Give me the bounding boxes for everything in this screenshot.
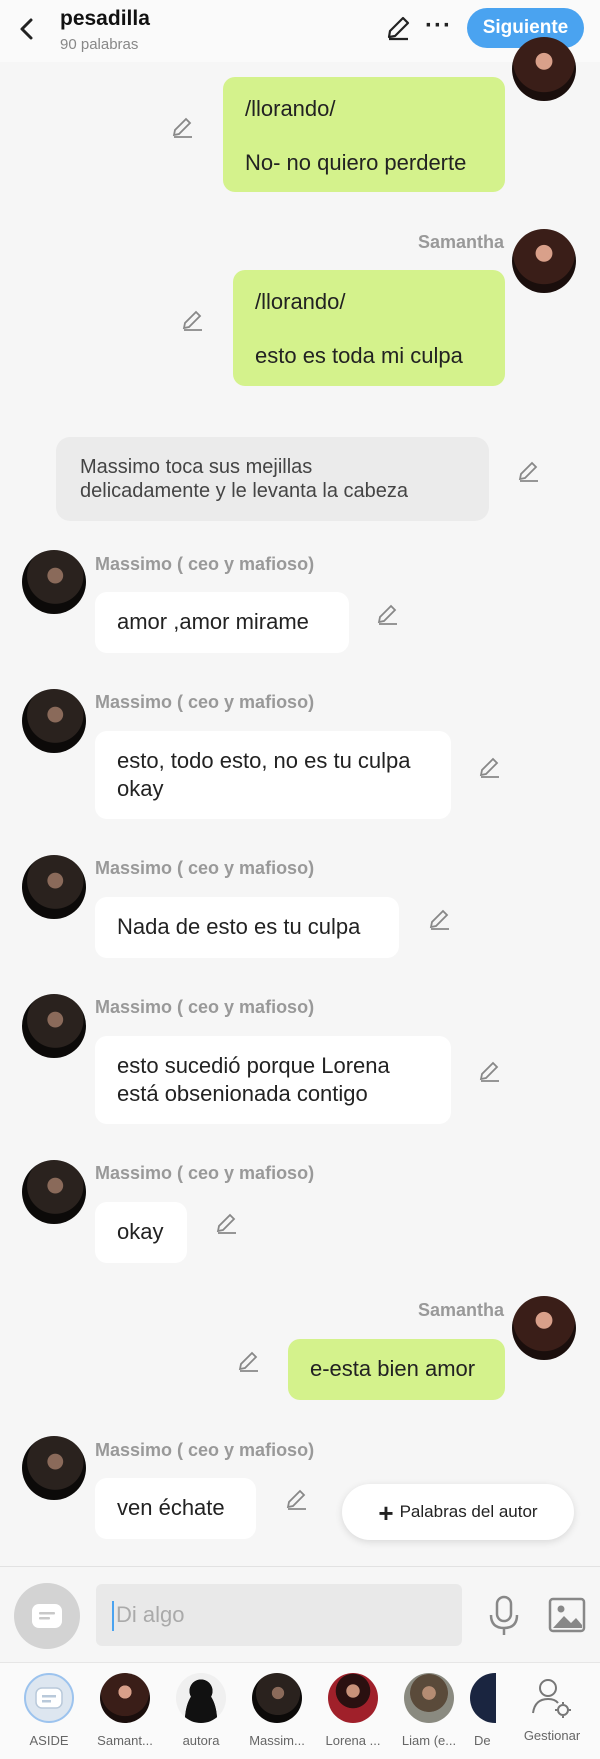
edit-message-icon[interactable]: [477, 1058, 503, 1084]
message-bubble[interactable]: ven échate: [95, 1478, 256, 1539]
character-label: De: [474, 1733, 491, 1748]
character-avatar: [176, 1673, 226, 1723]
character-avatar: [100, 1673, 150, 1723]
sender-name: Samantha: [418, 1300, 505, 1320]
word-count: 90 palabras: [60, 36, 139, 53]
top-bar: pesadilla 90 palabras ··· Siguiente: [0, 0, 600, 62]
edit-icon[interactable]: [384, 14, 412, 42]
character-label: ASIDE: [29, 1733, 69, 1748]
character-label: autora: [182, 1733, 220, 1748]
message-text: está obsenionada contigo: [117, 1081, 368, 1106]
massimo-avatar[interactable]: [22, 1436, 86, 1500]
sender-name: Massimo ( ceo y mafioso): [95, 858, 315, 878]
message-bubble[interactable]: /llorando/ No- no quiero perderte: [223, 77, 505, 192]
edit-message-icon[interactable]: [170, 114, 196, 140]
chat-bubble-icon: [32, 1604, 62, 1628]
message-bubble[interactable]: e-esta bien amor: [288, 1339, 505, 1400]
microphone-icon[interactable]: [488, 1595, 520, 1637]
edit-message-icon[interactable]: [375, 601, 401, 627]
character-liam[interactable]: Liam (e...: [394, 1673, 464, 1748]
character-lorena[interactable]: Lorena ...: [318, 1673, 388, 1748]
story-title: pesadilla: [60, 7, 150, 30]
message-text: amor ,amor mirame: [117, 609, 309, 634]
message-text: esto sucedió porque Lorena: [117, 1053, 390, 1078]
back-icon[interactable]: [12, 14, 42, 44]
sender-name: Samantha: [418, 232, 505, 252]
message-text: esto, todo esto, no es tu culpa: [117, 748, 411, 773]
message-text: okay: [117, 776, 164, 801]
character-massimo[interactable]: Massim...: [242, 1673, 312, 1748]
character-avatar: [470, 1673, 496, 1723]
message-text: esto es toda mi culpa: [255, 343, 463, 368]
edit-message-icon[interactable]: [180, 307, 206, 333]
message-bubble[interactable]: esto, todo esto, no es tu culpa okay: [95, 731, 451, 819]
sender-name: Massimo ( ceo y mafioso): [95, 692, 315, 712]
character-autora[interactable]: autora: [166, 1673, 236, 1748]
manage-characters-button[interactable]: Gestionar: [508, 1673, 596, 1743]
message-input[interactable]: Di algo: [96, 1584, 462, 1646]
plus-icon: +: [378, 1497, 394, 1528]
samantha-avatar[interactable]: [512, 1296, 576, 1360]
aside-character-button[interactable]: [14, 1583, 80, 1649]
edit-message-icon[interactable]: [516, 458, 542, 484]
edit-message-icon[interactable]: [284, 1486, 310, 1512]
message-text: /llorando/: [245, 96, 336, 121]
massimo-avatar[interactable]: [22, 550, 86, 614]
sender-name: Massimo ( ceo y mafioso): [95, 1440, 315, 1460]
author-notes-button[interactable]: + Palabras del autor: [342, 1484, 574, 1540]
character-samantha[interactable]: Samant...: [90, 1673, 160, 1748]
character-partial[interactable]: De: [470, 1673, 496, 1748]
message-text: /llorando/: [255, 289, 346, 314]
compose-bar: Di algo: [0, 1566, 600, 1663]
character-label: Lorena ...: [325, 1733, 381, 1748]
sender-name: Massimo ( ceo y mafioso): [95, 1163, 315, 1183]
message-text: Nada de esto es tu culpa: [117, 914, 361, 939]
sender-name: Massimo ( ceo y mafioso): [95, 554, 315, 574]
edit-message-icon[interactable]: [427, 906, 453, 932]
message-text: okay: [117, 1219, 164, 1244]
character-avatar: [252, 1673, 302, 1723]
message-bubble[interactable]: esto sucedió porque Lorena está obsenion…: [95, 1036, 451, 1124]
message-bubble[interactable]: amor ,amor mirame: [95, 592, 349, 653]
samantha-avatar[interactable]: [512, 229, 576, 293]
edit-message-icon[interactable]: [214, 1210, 240, 1236]
message-text: No- no quiero perderte: [245, 150, 467, 175]
sender-name: Massimo ( ceo y mafioso): [95, 997, 315, 1017]
message-text: e-esta bien amor: [310, 1356, 476, 1381]
samantha-avatar[interactable]: [512, 37, 576, 101]
character-avatar: [404, 1673, 454, 1723]
image-icon[interactable]: [548, 1597, 586, 1633]
edit-message-icon[interactable]: [236, 1348, 262, 1374]
massimo-avatar[interactable]: [22, 994, 86, 1058]
massimo-avatar[interactable]: [22, 689, 86, 753]
message-text: ven échate: [117, 1495, 225, 1520]
massimo-avatar[interactable]: [22, 1160, 86, 1224]
character-bar: ASIDE Samant... autora Massim... Lorena …: [0, 1662, 600, 1759]
character-label: Liam (e...: [401, 1733, 457, 1748]
narration-text: delicadamente y le levanta la cabeza: [80, 480, 408, 502]
character-avatar: [328, 1673, 378, 1723]
input-placeholder: Di algo: [116, 1602, 185, 1627]
character-aside[interactable]: ASIDE: [14, 1673, 84, 1748]
narration-text: Massimo toca sus mejillas: [80, 456, 313, 478]
character-label: Samant...: [97, 1733, 153, 1748]
manage-characters-icon: [532, 1679, 571, 1718]
message-bubble[interactable]: /llorando/ esto es toda mi culpa: [233, 270, 505, 386]
character-label: Gestionar: [523, 1728, 581, 1743]
text-caret: [112, 1601, 114, 1632]
massimo-avatar[interactable]: [22, 855, 86, 919]
character-label: Massim...: [249, 1733, 305, 1748]
edit-message-icon[interactable]: [477, 754, 503, 780]
message-bubble[interactable]: okay: [95, 1202, 187, 1263]
more-icon[interactable]: ···: [425, 12, 452, 40]
narration-bubble[interactable]: Massimo toca sus mejillas delicadamente …: [56, 437, 489, 521]
aside-icon: [24, 1673, 74, 1723]
author-notes-label: Palabras del autor: [399, 1502, 538, 1521]
message-bubble[interactable]: Nada de esto es tu culpa: [95, 897, 399, 958]
